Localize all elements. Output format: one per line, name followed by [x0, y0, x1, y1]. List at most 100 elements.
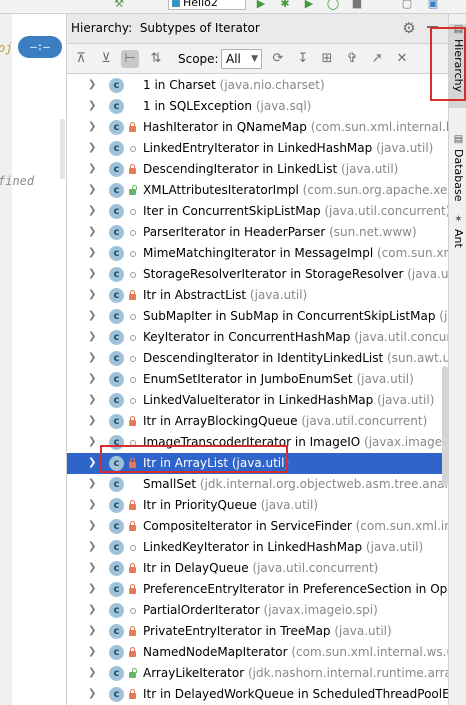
tree-row[interactable]: ❯ c NamedNodeMapIterator (com.sun.xml.inte… [67, 642, 448, 663]
chevron-right-icon[interactable]: ❯ [88, 331, 98, 343]
private-lock-icon [128, 626, 137, 636]
tree-row[interactable]: ❯ c MimeMatchingIterator in MessageImpl (c… [67, 243, 448, 264]
tree-row[interactable]: ❯ c Itr in ArrayBlockingQueue (java.util.c… [67, 411, 448, 432]
class-hierarchy-icon[interactable]: ⊢ [121, 50, 139, 68]
chevron-right-icon[interactable]: ❯ [88, 688, 98, 700]
private-lock-icon [128, 290, 137, 300]
chevron-right-icon[interactable]: ❯ [88, 520, 98, 532]
tree-row[interactable]: ❯ c SmallSet (jdk.internal.org.objectweb.a… [67, 474, 448, 495]
tree-row[interactable]: ❯ c Itr in DelayedWorkQueue in ScheduledTh… [67, 684, 448, 705]
gear-icon[interactable]: ⚙ [400, 19, 418, 37]
chevron-right-icon[interactable]: ❯ [88, 394, 98, 406]
tree-row[interactable]: ❯ c StorageResolverIterator in StorageReso… [67, 264, 448, 285]
sort-alphabetically-icon[interactable]: ⇅ [147, 50, 165, 68]
chevron-right-icon[interactable]: ❯ [88, 205, 98, 217]
minimize-icon[interactable] [427, 26, 438, 28]
chevron-right-icon[interactable]: ❯ [88, 184, 98, 196]
chevron-right-icon[interactable]: ❯ [88, 247, 98, 259]
run-coverage-icon[interactable]: ▶ [302, 0, 316, 10]
tree-row[interactable]: ❯ c XMLAttributesIteratorImpl (com.sun.org… [67, 180, 448, 201]
tree-row[interactable]: ❯ c Itr in ArrayList (java.util) [67, 453, 448, 474]
chevron-right-icon[interactable]: ❯ [88, 541, 98, 553]
editor-area[interactable]: —:— oj fined [0, 14, 67, 705]
chevron-right-icon[interactable]: ❯ [88, 478, 98, 490]
editor-scrollbar[interactable] [60, 119, 65, 179]
supertypes-hierarchy-icon[interactable]: ⊼ [72, 50, 90, 68]
main-toolbar: ⚒ Hello2 ▶ ✱ ▶ ◯ ■ ▢ ▣ [0, 0, 466, 14]
run-config-selector[interactable]: Hello2 [168, 0, 246, 10]
tree-row[interactable]: ❯ c Itr in DelayQueue (java.util.concurren… [67, 558, 448, 579]
package-private-icon [128, 206, 137, 216]
chevron-right-icon[interactable]: ❯ [88, 79, 98, 91]
chevron-right-icon[interactable]: ❯ [88, 310, 98, 322]
tree-row[interactable]: ❯ c PreferenceEntryIterator in PreferenceS… [67, 579, 448, 600]
tree-row[interactable]: ❯ c ArrayLikeIterator (jdk.nashorn.interna… [67, 663, 448, 684]
run-icon[interactable]: ▶ [254, 0, 268, 10]
tree-row[interactable]: ❯ c ParserIterator in HeaderParser (sun.ne… [67, 222, 448, 243]
close-icon[interactable]: ✕ [393, 50, 411, 68]
chevron-right-icon[interactable]: ❯ [88, 457, 98, 469]
tree-row[interactable]: ❯ c Itr in AbstractList (java.util) [67, 285, 448, 306]
chevron-right-icon[interactable]: ❯ [88, 121, 98, 133]
tree-row[interactable]: ❯ c DescendingIterator in IdentityLinkedLi… [67, 348, 448, 369]
tree-row[interactable]: ❯ c 1 in SQLException (java.sql) [67, 96, 448, 117]
chevron-right-icon[interactable]: ❯ [88, 436, 98, 448]
tree-row[interactable]: ❯ c 1 in Charset (java.nio.charset) [67, 75, 448, 96]
chevron-right-icon[interactable]: ❯ [88, 100, 98, 112]
tree-row[interactable]: ❯ c SubMapIter in SubMap in ConcurrentSkip… [67, 306, 448, 327]
tree-row[interactable]: ❯ c LinkedValueIterator in LinkedHashMap (… [67, 390, 448, 411]
chevron-right-icon[interactable]: ❯ [88, 562, 98, 574]
refresh-icon[interactable]: ⟳ [269, 50, 287, 68]
chevron-right-icon[interactable]: ❯ [88, 226, 98, 238]
chevron-right-icon[interactable]: ❯ [88, 646, 98, 658]
package-private-icon [128, 227, 137, 237]
stop-icon[interactable]: ■ [350, 0, 364, 10]
tool-tab-hierarchy[interactable]: ▤ Hierarchy [449, 24, 466, 108]
profile-icon[interactable]: ◯ [326, 0, 340, 10]
autoscroll-to-source-icon[interactable]: ↧ [294, 50, 312, 68]
chevron-right-icon[interactable]: ❯ [88, 289, 98, 301]
chevron-right-icon[interactable]: ❯ [88, 667, 98, 679]
chevron-right-icon[interactable]: ❯ [88, 142, 98, 154]
chevron-right-icon[interactable]: ❯ [88, 268, 98, 280]
package-private-icon [128, 332, 137, 342]
tree-row[interactable]: ❯ c LinkedEntryIterator in LinkedHashMap (… [67, 138, 448, 159]
tree-row[interactable]: ❯ c PrivateEntryIterator in TreeMap (java.… [67, 621, 448, 642]
class-name: Itr in AbstractList (java.util) [143, 288, 308, 302]
chevron-right-icon[interactable]: ❯ [88, 352, 98, 364]
build-hammer-icon[interactable]: ⚒ [112, 0, 126, 10]
tree-row[interactable]: ❯ c DescendingIterator in LinkedList (java… [67, 159, 448, 180]
search-everywhere-icon[interactable]: ▣ [426, 0, 440, 10]
export-icon[interactable]: ↗ [368, 50, 386, 68]
tree-row[interactable]: ❯ c Itr in PriorityQueue (java.util) [67, 495, 448, 516]
chevron-right-icon[interactable]: ❯ [88, 583, 98, 595]
chevron-right-icon[interactable]: ❯ [88, 604, 98, 616]
tree-row[interactable]: ❯ c HashIterator in QNameMap (com.sun.xml.… [67, 117, 448, 138]
chevron-right-icon[interactable]: ❯ [88, 373, 98, 385]
class-icon: c [109, 498, 124, 513]
scope-dropdown[interactable]: All ▼ [221, 49, 262, 69]
tool-tab-database[interactable]: ▤ Database [449, 134, 466, 206]
tree-row[interactable]: ❯ c LinkedKeyIterator in LinkedHashMap (ja… [67, 537, 448, 558]
chevron-right-icon[interactable]: ❯ [88, 499, 98, 511]
tree-row[interactable]: ❯ c KeyIterator in ConcurrentHashMap (java… [67, 327, 448, 348]
frame-icon[interactable]: ▢ [400, 0, 414, 10]
private-lock-icon [128, 584, 137, 594]
tree-row[interactable]: ❯ c PartialOrderIterator (javax.imageio.sp… [67, 600, 448, 621]
tool-tab-ant[interactable]: ✶ Ant [449, 214, 466, 258]
tree-row[interactable]: ❯ c ImageTranscoderIterator in ImageIO (ja… [67, 432, 448, 453]
chevron-right-icon[interactable]: ❯ [88, 415, 98, 427]
subtypes-hierarchy-icon[interactable]: ⊻ [97, 50, 115, 68]
chevron-right-icon[interactable]: ❯ [88, 625, 98, 637]
tree-row[interactable]: ❯ c Iter in ConcurrentSkipListMap (java.ut… [67, 201, 448, 222]
tree-row[interactable]: ❯ c EnumSetIterator in JumboEnumSet (java.… [67, 369, 448, 390]
tree-row[interactable]: ❯ c CompositeIterator in ServiceFinder (co… [67, 516, 448, 537]
hierarchy-panel: Hierarchy: Subtypes of Iterator ⚙ ⊼ ⊻ ⊢ … [67, 14, 448, 705]
debug-icon[interactable]: ✱ [278, 0, 292, 10]
chevron-right-icon[interactable]: ❯ [88, 163, 98, 175]
right-tool-stripe: ▤ Hierarchy ▤ Database ✶ Ant [448, 14, 466, 705]
package-private-icon [128, 374, 137, 384]
class-icon: c [109, 561, 124, 576]
expand-all-icon[interactable]: ⊞ [318, 50, 336, 68]
pin-icon[interactable]: ✞ [343, 50, 361, 68]
